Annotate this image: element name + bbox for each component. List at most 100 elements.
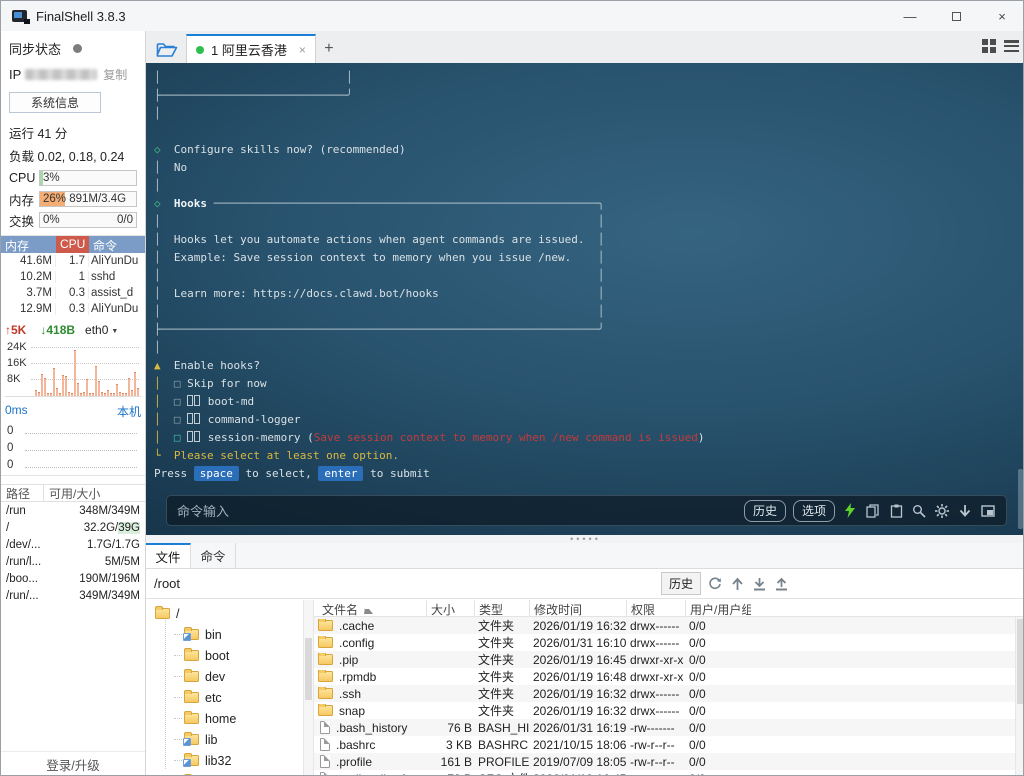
new-tab-button[interactable]: + xyxy=(316,35,342,63)
tab-files[interactable]: 文件 xyxy=(146,543,191,568)
tab-list-icon[interactable] xyxy=(1004,40,1019,52)
terminal-scrollbar[interactable] xyxy=(1018,469,1023,529)
net-bar xyxy=(71,393,73,396)
file-type-icon xyxy=(320,721,330,734)
window-mode-icon[interactable] xyxy=(980,503,996,519)
path-history-button[interactable]: 历史 xyxy=(661,572,702,595)
cmd-options-button[interactable]: 选项 xyxy=(792,499,835,522)
process-row[interactable]: 3.7M 0.3 assist_d xyxy=(1,285,145,301)
tree-item[interactable]: lib32 xyxy=(146,750,303,771)
tree-item[interactable]: / xyxy=(146,603,303,624)
file-owner: 0/0 xyxy=(689,703,706,718)
folder-icon xyxy=(183,627,199,641)
scroll-down-icon[interactable] xyxy=(957,503,973,519)
tree-item[interactable]: dev xyxy=(146,666,303,687)
open-connection-manager-button[interactable] xyxy=(150,35,184,63)
ping-latency: 0ms xyxy=(5,403,28,417)
file-row[interactable]: .pydistutils.cfg 72 B CFG 文件 2026/01/19 … xyxy=(314,770,1023,775)
download-icon[interactable] xyxy=(751,576,767,592)
file-row[interactable]: .bashrc 3 KB BASHRC … 2021/10/15 18:06 -… xyxy=(314,736,1023,753)
disk-row[interactable]: /run/... 349M/349M xyxy=(1,587,145,604)
command-input-bar[interactable]: 命令输入 历史 选项 xyxy=(166,495,1007,526)
file-row[interactable]: .pip 文件夹 2026/01/19 16:45 drwxr-xr-x 0/0 xyxy=(314,651,1023,668)
col-mtime[interactable]: 修改时间 xyxy=(529,600,626,616)
ping-target-selector[interactable]: 本机 xyxy=(117,403,141,420)
tree-item[interactable]: home xyxy=(146,708,303,729)
disk-header-size[interactable]: 可用/大小 xyxy=(43,484,145,502)
paste-icon[interactable] xyxy=(888,503,904,519)
tab-commands[interactable]: 命令 xyxy=(191,543,236,568)
disk-row[interactable]: /run/l... 5M/5M xyxy=(1,553,145,570)
disk-row[interactable]: /run 348M/349M xyxy=(1,502,145,519)
login-upgrade-link[interactable]: 登录/升级 xyxy=(1,751,145,775)
net-bar xyxy=(62,375,64,396)
proc-header-cmd[interactable]: 命令 xyxy=(89,236,145,253)
tree-item[interactable]: lib64 xyxy=(146,771,303,775)
close-button[interactable]: × xyxy=(979,1,1023,31)
process-row[interactable]: 10.2M 1 sshd xyxy=(1,269,145,285)
cmd-history-button[interactable]: 历史 xyxy=(743,499,786,522)
file-table-scrollbar[interactable] xyxy=(1015,617,1023,775)
tree-scrollbar[interactable] xyxy=(303,600,314,775)
terminal-text-segment: □ xyxy=(173,413,181,426)
file-type-icon xyxy=(320,755,330,768)
sync-status-label: 同步状态 xyxy=(9,42,62,57)
net-bar xyxy=(107,390,109,396)
file-row[interactable]: snap 文件夹 2026/01/19 16:32 drwx------ 0/0 xyxy=(314,702,1023,719)
file-row[interactable]: .profile 161 B PROFILE … 2019/07/09 18:0… xyxy=(314,753,1023,770)
process-mem: 10.2M xyxy=(1,271,56,283)
file-row[interactable]: .cache 文件夹 2026/01/19 16:32 drwx------ 0… xyxy=(314,617,1023,634)
tree-item[interactable]: lib xyxy=(146,729,303,750)
net-bar xyxy=(137,388,139,396)
col-filename[interactable]: 文件名 xyxy=(314,600,426,616)
panel-splitter[interactable]: ••••• xyxy=(146,535,1023,544)
tree-item[interactable]: boot xyxy=(146,645,303,666)
col-type[interactable]: 类型 xyxy=(474,600,529,616)
search-icon[interactable] xyxy=(911,503,927,519)
terminal-text-segment: Configure skills now? (recommended) xyxy=(160,143,406,156)
copy-ip-button[interactable]: 复制 xyxy=(103,66,127,83)
tab-close-icon[interactable]: × xyxy=(299,43,306,57)
col-size[interactable]: 大小 xyxy=(426,600,474,616)
proc-header-mem[interactable]: 内存 xyxy=(1,236,56,253)
current-path-input[interactable]: /root xyxy=(154,576,180,591)
file-row[interactable]: .rpmdb 文件夹 2026/01/19 16:48 drwxr-xr-x 0… xyxy=(314,668,1023,685)
refresh-icon[interactable] xyxy=(707,576,723,592)
col-owner[interactable]: 用户/用户组 xyxy=(685,600,751,616)
file-row[interactable]: .config 文件夹 2026/01/31 16:10 drwx------ … xyxy=(314,634,1023,651)
file-perm: -rw-r--r-- xyxy=(630,754,675,769)
disk-header-path[interactable]: 路径 xyxy=(1,485,43,502)
tree-item[interactable]: etc xyxy=(146,687,303,708)
process-row[interactable]: 12.9M 0.3 AliYunDu xyxy=(1,301,145,317)
net-bar xyxy=(56,388,58,396)
tree-scroll-thumb[interactable] xyxy=(305,638,312,700)
copy-icon[interactable] xyxy=(865,503,881,519)
minimize-button[interactable]: — xyxy=(887,1,933,31)
disk-row[interactable]: / 32.2G/39G xyxy=(1,519,145,536)
file-row[interactable]: .bash_history 76 B BASH_HI… 2026/01/31 1… xyxy=(314,719,1023,736)
bolt-icon[interactable] xyxy=(842,503,858,519)
disk-row[interactable]: /boo... 190M/196M xyxy=(1,570,145,587)
upload-icon[interactable] xyxy=(773,576,789,592)
layout-grid-icon[interactable] xyxy=(982,39,996,53)
system-info-button[interactable]: 系统信息 xyxy=(9,92,101,113)
gear-icon[interactable] xyxy=(934,503,950,519)
maximize-button[interactable] xyxy=(933,1,979,31)
process-row[interactable]: 41.6M 1.7 AliYunDu xyxy=(1,253,145,269)
col-perm[interactable]: 权限 xyxy=(626,600,685,616)
interface-dropdown[interactable]: eth0 xyxy=(85,323,118,337)
file-table-scroll-thumb[interactable] xyxy=(1017,619,1023,704)
process-cmd: AliYunDu xyxy=(91,255,139,267)
file-type: CFG 文件 xyxy=(474,770,529,775)
terminal-panel[interactable]: │ │ ├────────────────────────────╯ │ ◇ Conf… xyxy=(146,63,1023,535)
file-row[interactable]: .ssh 文件夹 2026/01/19 16:32 drwx------ 0/0 xyxy=(314,685,1023,702)
file-mtime: 2026/01/19 16:45 xyxy=(533,652,627,667)
proc-header-cpu[interactable]: CPU xyxy=(56,236,89,253)
disk-row[interactable]: /dev/... 1.7G/1.7G xyxy=(1,536,145,553)
session-tab-active[interactable]: 1 阿里云香港 × xyxy=(186,34,316,63)
tree-item[interactable]: bin xyxy=(146,624,303,645)
parent-directory-icon[interactable] xyxy=(729,576,745,592)
command-input-placeholder[interactable]: 命令输入 xyxy=(177,501,229,520)
ping-sparkline xyxy=(25,450,137,451)
